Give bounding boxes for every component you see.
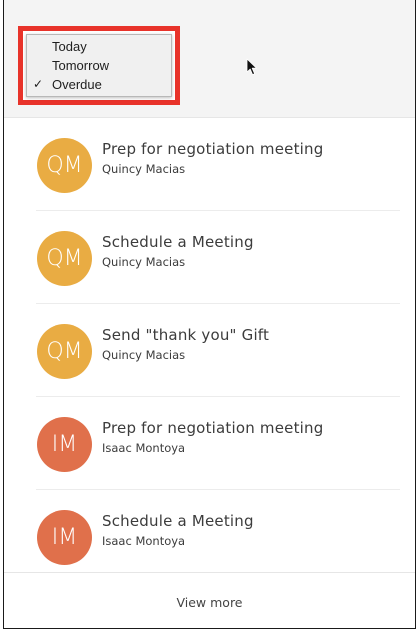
menu-item-label: Overdue — [52, 77, 102, 92]
menu-item-overdue[interactable]: ✓ Overdue — [27, 75, 171, 94]
task-contact-name: Isaac Montoya — [102, 441, 186, 455]
task-row[interactable]: QM Prep for negotiation meeting Quincy M… — [36, 118, 400, 211]
task-contact-name: Quincy Macias — [102, 255, 186, 269]
task-title: Schedule a Meeting — [102, 233, 254, 251]
task-contact-name: Isaac Montoya — [102, 534, 186, 548]
task-contact-name: Quincy Macias — [102, 348, 186, 362]
task-title: Send "thank you" Gift — [102, 326, 270, 344]
task-title: Prep for negotiation meeting — [102, 140, 324, 158]
menu-item-tomorrow[interactable]: Tomorrow — [27, 56, 171, 75]
menu-item-today[interactable]: Today — [27, 37, 171, 56]
avatar: QM — [37, 138, 92, 193]
mouse-pointer-icon — [246, 58, 257, 75]
task-row[interactable]: QM Schedule a Meeting Quincy Macias — [36, 211, 400, 304]
task-row[interactable]: IM Schedule a Meeting Isaac Montoya — [36, 490, 400, 582]
task-list: QM Prep for negotiation meeting Quincy M… — [36, 118, 400, 582]
task-row[interactable]: IM Prep for negotiation meeting Isaac Mo… — [36, 397, 400, 490]
menu-item-label: Today — [52, 39, 87, 54]
task-row[interactable]: QM Send "thank you" Gift Quincy Macias — [36, 304, 400, 397]
avatar: IM — [37, 417, 92, 472]
view-more-link[interactable]: View more — [176, 595, 242, 610]
avatar: QM — [37, 231, 92, 286]
avatar: QM — [37, 324, 92, 379]
check-icon: ✓ — [33, 77, 44, 91]
menu-item-label: Tomorrow — [52, 58, 110, 73]
task-title: Prep for negotiation meeting — [102, 419, 324, 437]
due-filter-menu[interactable]: Today Tomorrow ✓ Overdue — [26, 34, 172, 97]
list-footer: View more — [4, 572, 415, 629]
task-contact-name: Quincy Macias — [102, 162, 186, 176]
avatar: IM — [37, 510, 92, 565]
dropdown-highlight-box: Today Tomorrow ✓ Overdue — [18, 26, 180, 105]
task-title: Schedule a Meeting — [102, 512, 254, 530]
task-panel: Today Tomorrow ✓ Overdue QM Prep for neg… — [3, 0, 416, 629]
